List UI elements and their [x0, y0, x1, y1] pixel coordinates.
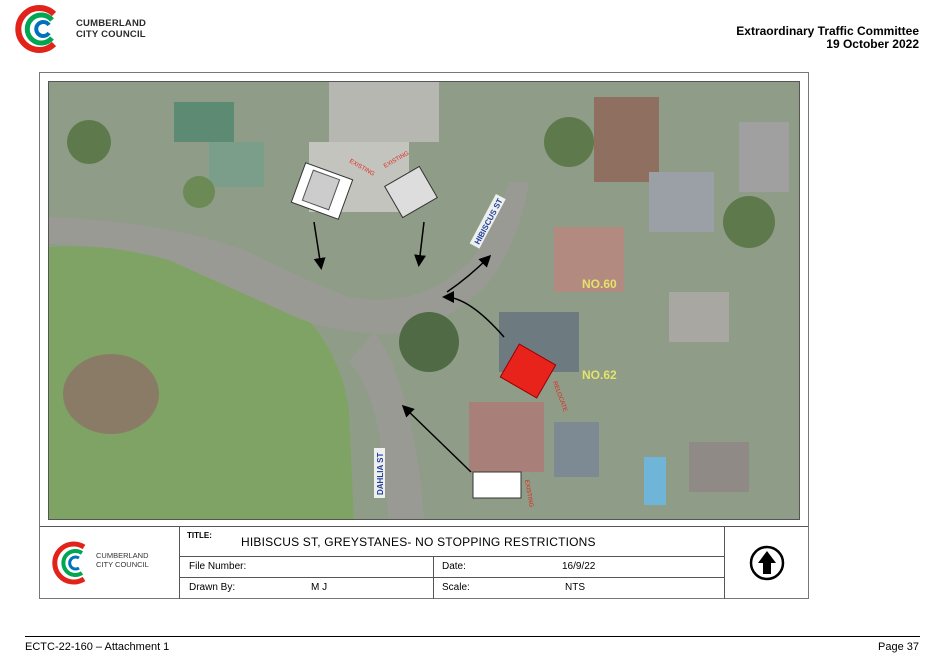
footer-rule	[25, 636, 920, 637]
drawn-by-value: M J	[311, 582, 328, 593]
meeting-header: Extraordinary Traffic Committee 19 Octob…	[736, 25, 919, 51]
council-logo-mark-small	[52, 541, 86, 585]
plan-drawing: EXISTING EXISTING RELOCATE EXISTING NO.6…	[39, 72, 809, 599]
tree	[723, 196, 775, 248]
title-block: CUMBERLAND CITY COUNCIL TITLE: HIBISCUS …	[40, 526, 808, 599]
house-label-62: NO.62	[582, 368, 617, 382]
drawn-scale-row: Drawn By: M J Scale: NTS	[180, 578, 724, 599]
scale-value: NTS	[565, 582, 585, 593]
file-number-label: File Number:	[189, 561, 247, 572]
street-label-dahlia: DAHLIA ST	[376, 453, 385, 495]
swimming-pool	[644, 457, 666, 505]
building-roof	[689, 442, 749, 492]
title-block-grid: TITLE: HIBISCUS ST, GREYSTANES- NO STOPP…	[180, 527, 724, 599]
north-arrow-cell	[724, 527, 808, 599]
tb-logo-line-1: CUMBERLAND	[96, 551, 149, 560]
logo-line-1: CUMBERLAND	[76, 18, 147, 29]
building-roof	[554, 422, 599, 477]
building-roof	[209, 142, 264, 187]
title-block-divider	[433, 557, 434, 599]
title-label: TITLE:	[187, 531, 212, 540]
logo-line-2: CITY COUNCIL	[76, 29, 146, 40]
house-label-60: NO.60	[582, 277, 617, 291]
building-roof	[669, 292, 729, 342]
building-roof	[649, 172, 714, 232]
date-label: Date:	[442, 561, 466, 572]
title-row: TITLE: HIBISCUS ST, GREYSTANES- NO STOPP…	[180, 527, 724, 557]
building-roof	[174, 102, 234, 142]
title-block-logo-text: CUMBERLAND CITY COUNCIL	[96, 551, 149, 569]
building-roof	[329, 82, 439, 142]
council-logo: CUMBERLAND CITY COUNCIL	[14, 4, 154, 54]
title-block-logo: CUMBERLAND CITY COUNCIL	[40, 527, 180, 599]
drawing-title: HIBISCUS ST, GREYSTANES- NO STOPPING RES…	[241, 535, 596, 549]
tree	[183, 176, 215, 208]
date-value: 16/9/22	[562, 561, 596, 572]
drawn-by-label: Drawn By:	[189, 582, 236, 593]
tree	[399, 312, 459, 372]
building-roof	[594, 97, 659, 182]
tb-logo-line-2: CITY COUNCIL	[96, 560, 149, 569]
file-date-row: File Number: Date: 16/9/22	[180, 557, 724, 578]
scale-label: Scale:	[442, 582, 470, 593]
building-roof	[469, 402, 544, 472]
north-arrow-icon	[749, 545, 785, 581]
page-number: Page 37	[878, 641, 919, 653]
tree	[67, 120, 111, 164]
attachment-reference: ECTC-22-160 – Attachment 1	[25, 641, 170, 653]
aerial-photo: EXISTING EXISTING RELOCATE EXISTING NO.6…	[48, 81, 800, 520]
playground	[63, 354, 159, 434]
meeting-date: 19 October 2022	[826, 37, 919, 51]
building-roof	[739, 122, 789, 192]
council-logo-mark	[15, 5, 57, 53]
logo-text: CUMBERLAND CITY COUNCIL	[76, 18, 146, 40]
tree	[544, 117, 594, 167]
